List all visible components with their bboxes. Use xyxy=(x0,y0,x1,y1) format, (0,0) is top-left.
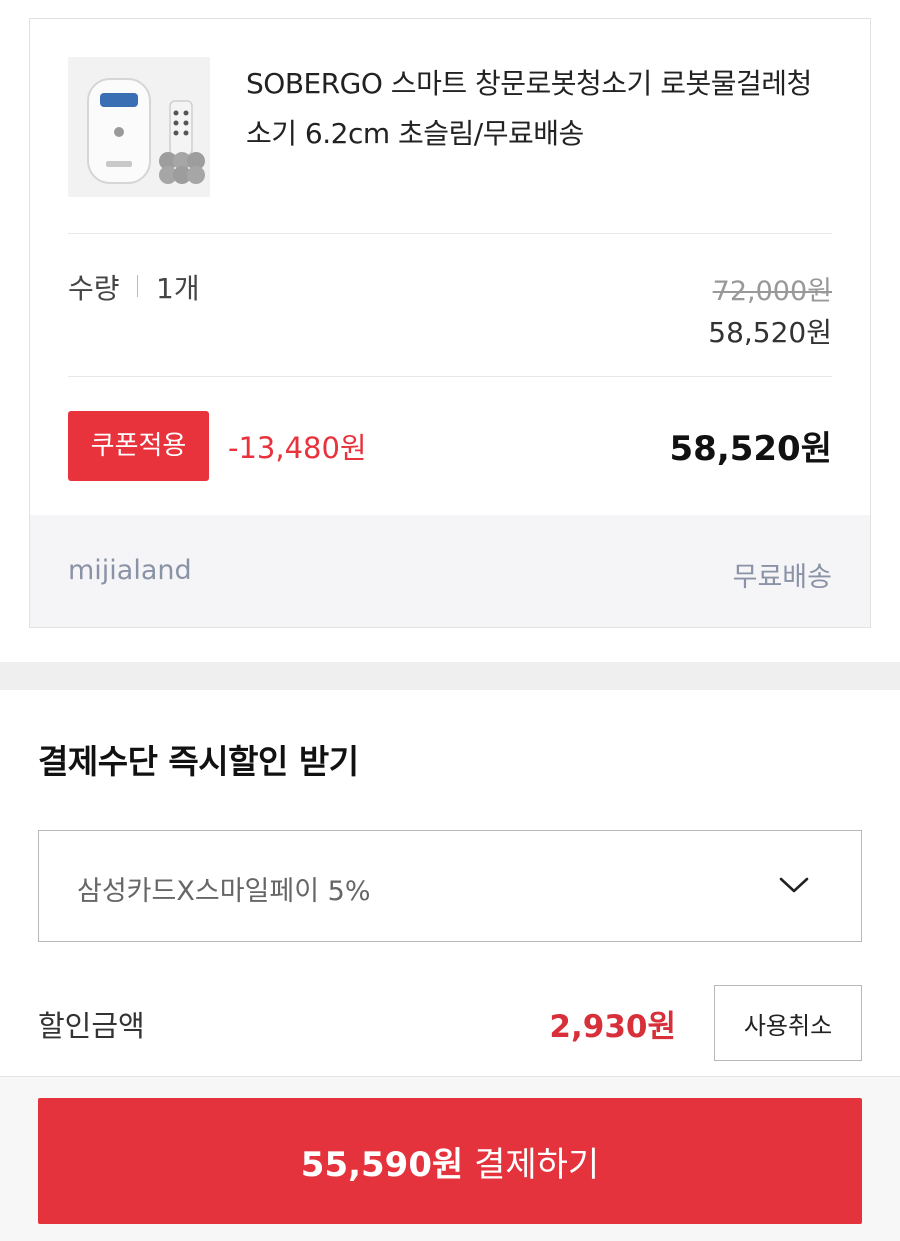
section-divider xyxy=(0,662,900,690)
product-image[interactable] xyxy=(68,57,210,197)
pay-amount: 55,590원 xyxy=(300,1144,464,1185)
coupon-row: 쿠폰적용 -13,480원 58,520원 xyxy=(68,411,832,481)
pay-action-label: 결제하기 xyxy=(474,1144,600,1185)
pay-button[interactable]: 55,590원 결제하기 xyxy=(38,1098,862,1224)
quantity-value: 1개 xyxy=(156,272,200,305)
apply-coupon-button[interactable]: 쿠폰적용 xyxy=(68,411,209,481)
order-item-card: SOBERGO 스마트 창문로봇청소기 로봇물걸레청소기 6.2cm 초슬림/무… xyxy=(29,18,871,628)
sale-price: 58,520원 xyxy=(708,316,832,349)
quantity-label: 수량 xyxy=(68,272,120,305)
discount-amount-row: 할인금액 2,930원 사용취소 xyxy=(38,985,862,1061)
seller-name[interactable]: mijialand xyxy=(68,555,192,586)
item-final-price: 58,520원 xyxy=(669,429,832,469)
discount-amount: 2,930원 xyxy=(549,1009,676,1045)
discount-label: 할인금액 xyxy=(38,1009,145,1043)
robot-window-cleaner-image xyxy=(68,57,210,197)
selected-payment-method: 삼성카드X스마일페이 5% xyxy=(77,876,371,907)
product-summary: SOBERGO 스마트 창문로봇청소기 로봇물걸레청소기 6.2cm 초슬림/무… xyxy=(68,57,832,235)
cancel-discount-button[interactable]: 사용취소 xyxy=(714,985,862,1061)
payment-method-select[interactable]: 삼성카드X스마일페이 5% xyxy=(38,830,862,942)
divider xyxy=(68,233,832,234)
original-price: 72,000원 xyxy=(712,276,832,307)
section-title: 결제수단 즉시할인 받기 xyxy=(38,742,359,781)
seller-row: mijialand 무료배송 xyxy=(30,515,870,627)
product-title[interactable]: SOBERGO 스마트 창문로봇청소기 로봇물걸레청소기 6.2cm 초슬림/무… xyxy=(246,59,832,159)
shipping-label: 무료배송 xyxy=(732,562,832,593)
quantity-separator xyxy=(137,275,138,297)
divider xyxy=(68,376,832,377)
checkout-bar: 55,590원 결제하기 xyxy=(0,1076,900,1241)
coupon-discount: -13,480원 xyxy=(228,431,367,465)
quantity-price-row: 수량 1개 72,000원 58,520원 xyxy=(68,265,832,375)
chevron-down-icon xyxy=(779,877,809,893)
